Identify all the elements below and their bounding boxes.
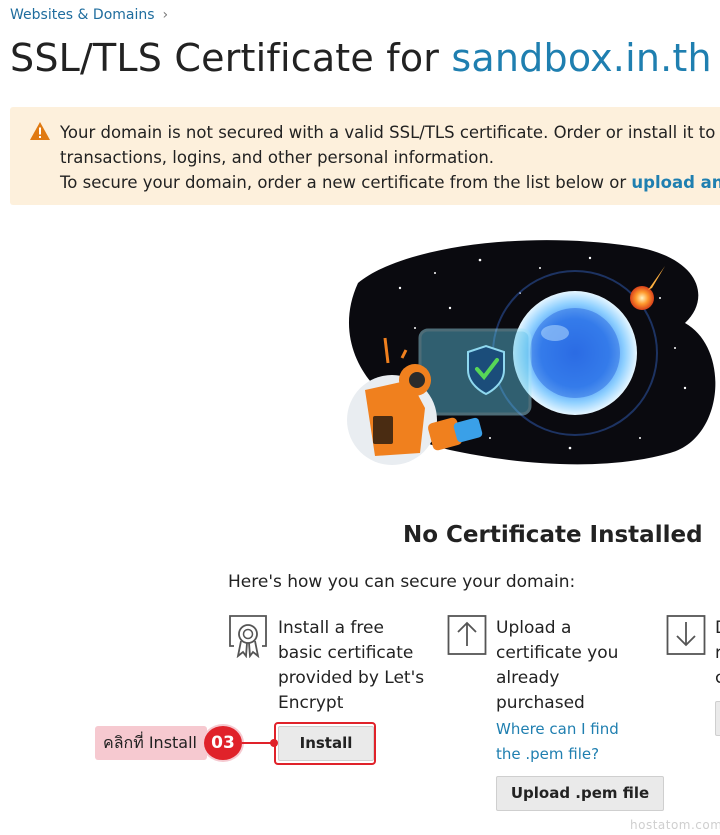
pem-help-link-line-2[interactable]: the .pem file? — [496, 742, 619, 767]
upload-certificate-link[interactable]: upload an a — [631, 173, 720, 192]
page-title-domain: sandbox.in.th — [451, 36, 712, 80]
alert-line-3: To secure your domain, order a new certi… — [60, 170, 720, 195]
pem-help-link[interactable]: Where can I find the .pem file? — [496, 717, 619, 767]
security-illustration — [347, 240, 716, 465]
callout-label: คลิกที่ Install — [95, 726, 207, 760]
option-upload-line-4: purchased — [496, 693, 585, 713]
warning-icon — [30, 122, 50, 140]
warning-alert: Your domain is not secured with a valid … — [10, 107, 720, 205]
page-title: SSL/TLS Certificate for sandbox.in.th — [10, 36, 712, 80]
download-icon — [666, 615, 706, 655]
option-lets-encrypt-line-2: basic certificate — [278, 643, 414, 663]
certificate-ribbon-icon — [229, 615, 267, 658]
callout-pointer-dot — [270, 739, 278, 747]
option-third-line-2: r — [715, 643, 720, 663]
callout-step-number: 03 — [204, 726, 242, 760]
secure-domain-subtitle: Here's how you can secure your domain: — [228, 572, 576, 592]
upload-pem-button[interactable]: Upload .pem file — [496, 776, 664, 811]
no-certificate-heading: No Certificate Installed — [403, 522, 703, 548]
breadcrumb: Websites & Domains › — [10, 7, 168, 23]
upload-icon — [447, 615, 487, 655]
option-third-line-3: c — [715, 668, 720, 688]
option-lets-encrypt-line-3: provided by Let's — [278, 668, 425, 688]
page-title-prefix: SSL/TLS Certificate for — [10, 36, 452, 80]
option-third-line-1: D — [715, 616, 720, 641]
pem-help-link-line-1[interactable]: Where can I find — [496, 717, 619, 742]
option-upload-line-3: already — [496, 668, 560, 688]
option-lets-encrypt-line-1: Install a free — [278, 618, 384, 638]
chevron-right-icon: › — [162, 7, 169, 23]
alert-line-2: transactions, logins, and other personal… — [60, 148, 495, 167]
option-upload-line-1: Upload a — [496, 618, 572, 638]
third-option-button[interactable] — [715, 701, 720, 736]
install-highlight-box — [274, 722, 376, 765]
alert-line-3-text: To secure your domain, order a new certi… — [60, 173, 632, 192]
breadcrumb-link-websites-domains[interactable]: Websites & Domains — [10, 7, 155, 23]
watermark: hostatom.com — [630, 818, 720, 832]
alert-line-1: Your domain is not secured with a valid … — [60, 123, 720, 142]
option-upload-line-2: certificate you — [496, 643, 619, 663]
option-lets-encrypt-line-4: Encrypt — [278, 693, 344, 713]
